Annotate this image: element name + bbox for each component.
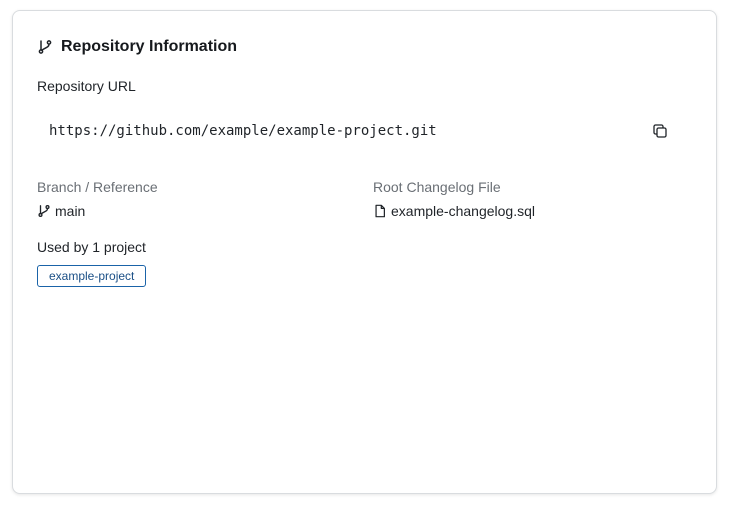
file-icon xyxy=(373,204,387,218)
card-header: Repository Information xyxy=(37,38,237,56)
copy-icon xyxy=(653,124,667,138)
changelog-field: Root Changelog File example-changelog.sq… xyxy=(373,178,535,220)
copy-url-button[interactable] xyxy=(648,119,672,143)
panel-title: Repository Information xyxy=(61,38,238,55)
branch-value-row: main xyxy=(37,202,158,220)
project-tag-example-project[interactable]: example-project xyxy=(37,265,147,287)
git-branch-icon xyxy=(37,39,53,55)
used-by-text: Used by 1 project xyxy=(37,239,146,255)
changelog-value-row: example-changelog.sql xyxy=(373,202,535,220)
git-branch-icon xyxy=(37,204,51,218)
changelog-label: Root Changelog File xyxy=(373,179,501,195)
changelog-value: example-changelog.sql xyxy=(391,203,535,219)
repository-url-row: https://github.com/example/example-proje… xyxy=(37,114,682,148)
branch-label: Branch / Reference xyxy=(37,179,158,195)
branch-value: main xyxy=(55,203,86,219)
repository-url-label: Repository URL xyxy=(37,78,136,94)
branch-field: Branch / Reference main xyxy=(37,178,158,220)
repository-info-card: Repository Information Repository URL ht… xyxy=(12,10,717,494)
repository-url-value[interactable]: https://github.com/example/example-proje… xyxy=(49,123,437,139)
